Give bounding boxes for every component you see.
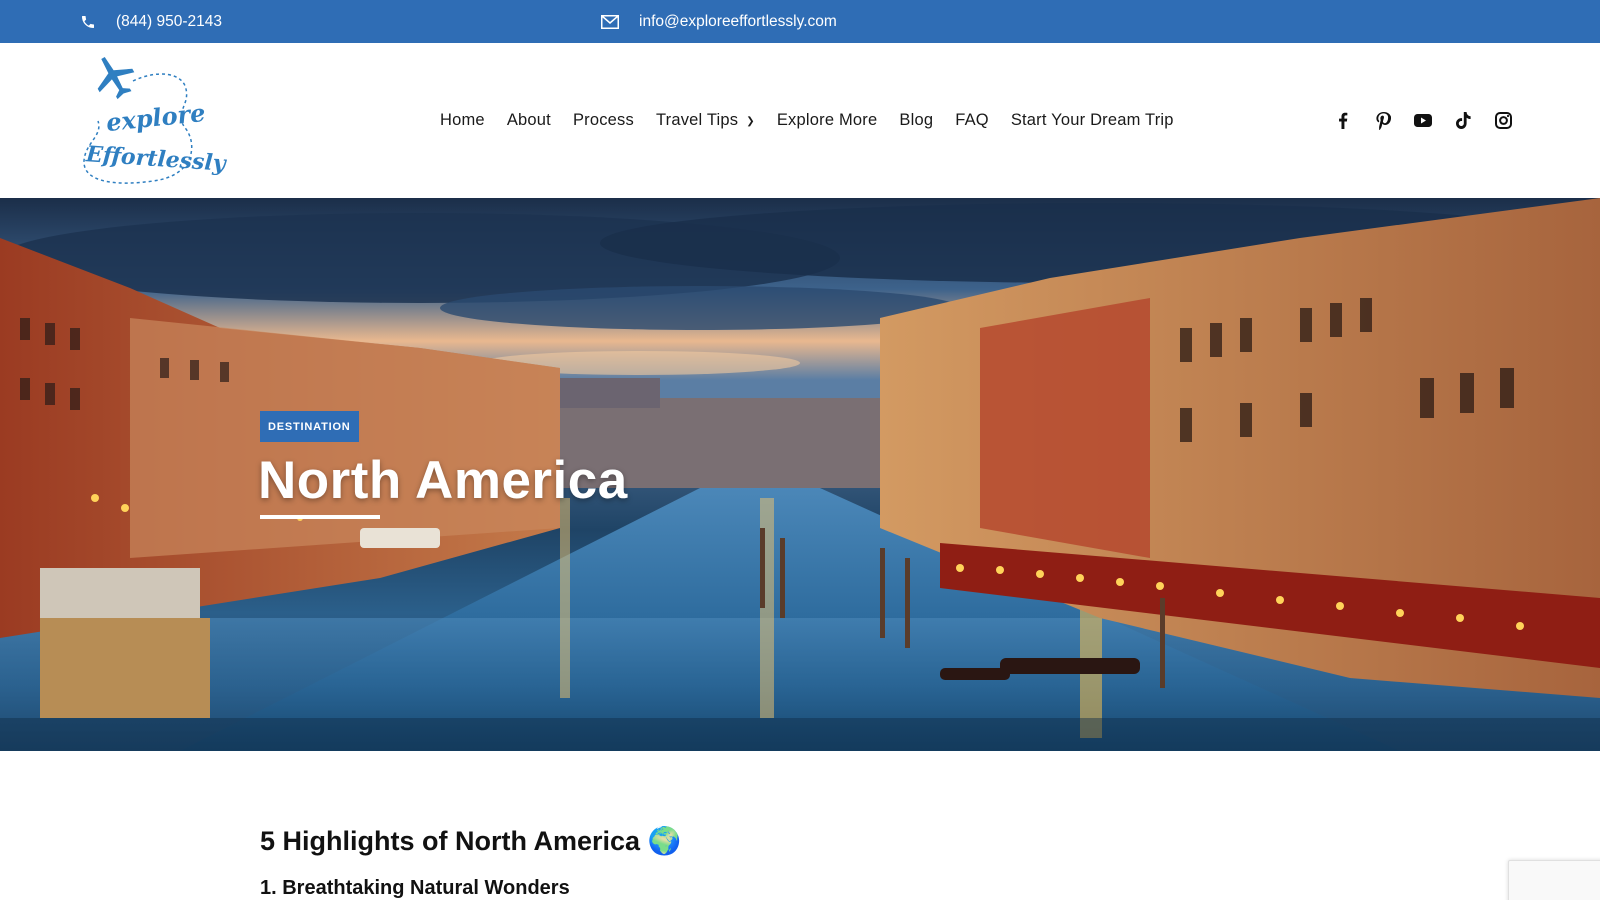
page-title: North America <box>258 451 628 510</box>
recaptcha-badge[interactable] <box>1508 860 1600 900</box>
article-subheading: 1. Breathtaking Natural Wonders <box>260 877 570 899</box>
nav-process[interactable]: Process <box>573 111 634 130</box>
social-links <box>1334 43 1512 198</box>
top-contact-bar: (844) 950-2143 info@exploreeffortlessly.… <box>0 0 1600 43</box>
nav-travel-tips[interactable]: Travel Tips ❯ <box>656 111 755 130</box>
main-navigation: Home About Process Travel Tips ❯ Explore … <box>440 43 1174 198</box>
site-logo[interactable]: explore Effortlessly <box>78 51 226 191</box>
email-contact[interactable]: info@exploreeffortlessly.com <box>601 0 837 43</box>
site-header: explore Effortlessly Home About Process … <box>0 43 1600 198</box>
title-underline <box>260 515 380 519</box>
nav-blog[interactable]: Blog <box>899 111 933 130</box>
phone-icon <box>80 14 96 30</box>
phone-contact[interactable]: (844) 950-2143 <box>80 0 222 43</box>
hero-banner: DESTINATION North America <box>0 198 1600 751</box>
facebook-icon[interactable] <box>1334 112 1352 130</box>
nav-about[interactable]: About <box>507 111 551 130</box>
instagram-icon[interactable] <box>1494 112 1512 130</box>
phone-number[interactable]: (844) 950-2143 <box>116 13 222 31</box>
nav-start-your-dream-trip[interactable]: Start Your Dream Trip <box>1011 111 1174 130</box>
nav-faq[interactable]: FAQ <box>955 111 989 130</box>
envelope-icon <box>601 14 619 29</box>
tiktok-icon[interactable] <box>1454 112 1472 130</box>
category-badge[interactable]: DESTINATION <box>260 411 359 442</box>
pinterest-icon[interactable] <box>1374 111 1392 130</box>
nav-explore-more[interactable]: Explore More <box>777 111 878 130</box>
article-heading: 5 Highlights of North America 🌍 <box>260 826 682 856</box>
youtube-icon[interactable] <box>1414 112 1432 130</box>
venice-canal-image <box>0 198 1600 751</box>
nav-home[interactable]: Home <box>440 111 485 130</box>
email-address[interactable]: info@exploreeffortlessly.com <box>639 13 837 31</box>
chevron-down-icon: ❯ <box>746 116 755 127</box>
